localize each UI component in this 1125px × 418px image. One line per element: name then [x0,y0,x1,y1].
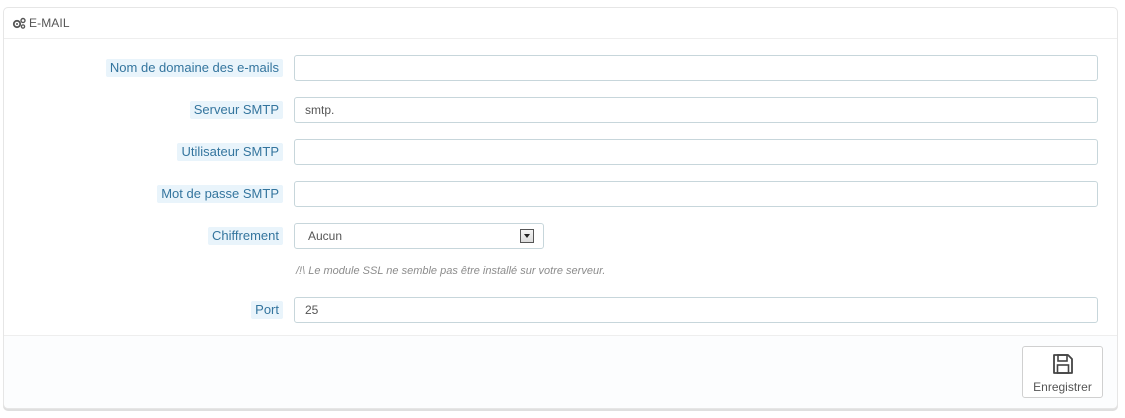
smtp-server-label: Serveur SMTP [189,101,283,119]
encryption-label: Chiffrement [208,227,283,245]
smtp-user-input[interactable] [294,139,1098,165]
smtp-server-input[interactable] [294,97,1098,123]
smtp-password-input[interactable] [294,181,1098,207]
form-row-smtp-user: Utilisateur SMTP [4,139,1117,165]
form-row-domain: Nom de domaine des e-mails [4,55,1117,81]
dropdown-arrow-icon[interactable] [520,229,534,243]
form-row-encryption: Chiffrement Aucun [4,223,1117,249]
gears-icon [12,17,26,29]
panel-title: E-MAIL [29,16,70,30]
save-button[interactable]: Enregistrer [1022,346,1103,398]
port-input[interactable] [294,297,1098,323]
encryption-select[interactable]: Aucun [294,223,544,249]
panel-heading: E-MAIL [4,8,1117,39]
floppy-disk-icon [1052,354,1073,374]
domain-label: Nom de domaine des e-mails [105,59,283,77]
form-row-smtp-password: Mot de passe SMTP [4,181,1117,207]
form-row-smtp-server: Serveur SMTP [4,97,1117,123]
port-label: Port [251,301,283,319]
domain-input[interactable] [294,55,1098,81]
email-settings-panel: E-MAIL Nom de domaine des e-mails Serveu… [3,7,1118,409]
ssl-warning-help: /!\ Le module SSL ne semble pas être ins… [296,265,606,277]
panel-footer: Enregistrer [4,335,1117,408]
save-button-label: Enregistrer [1033,380,1092,394]
smtp-user-label: Utilisateur SMTP [177,143,283,161]
smtp-password-label: Mot de passe SMTP [157,185,283,203]
encryption-selected-value: Aucun [308,229,343,243]
form-row-port: Port [4,297,1117,323]
